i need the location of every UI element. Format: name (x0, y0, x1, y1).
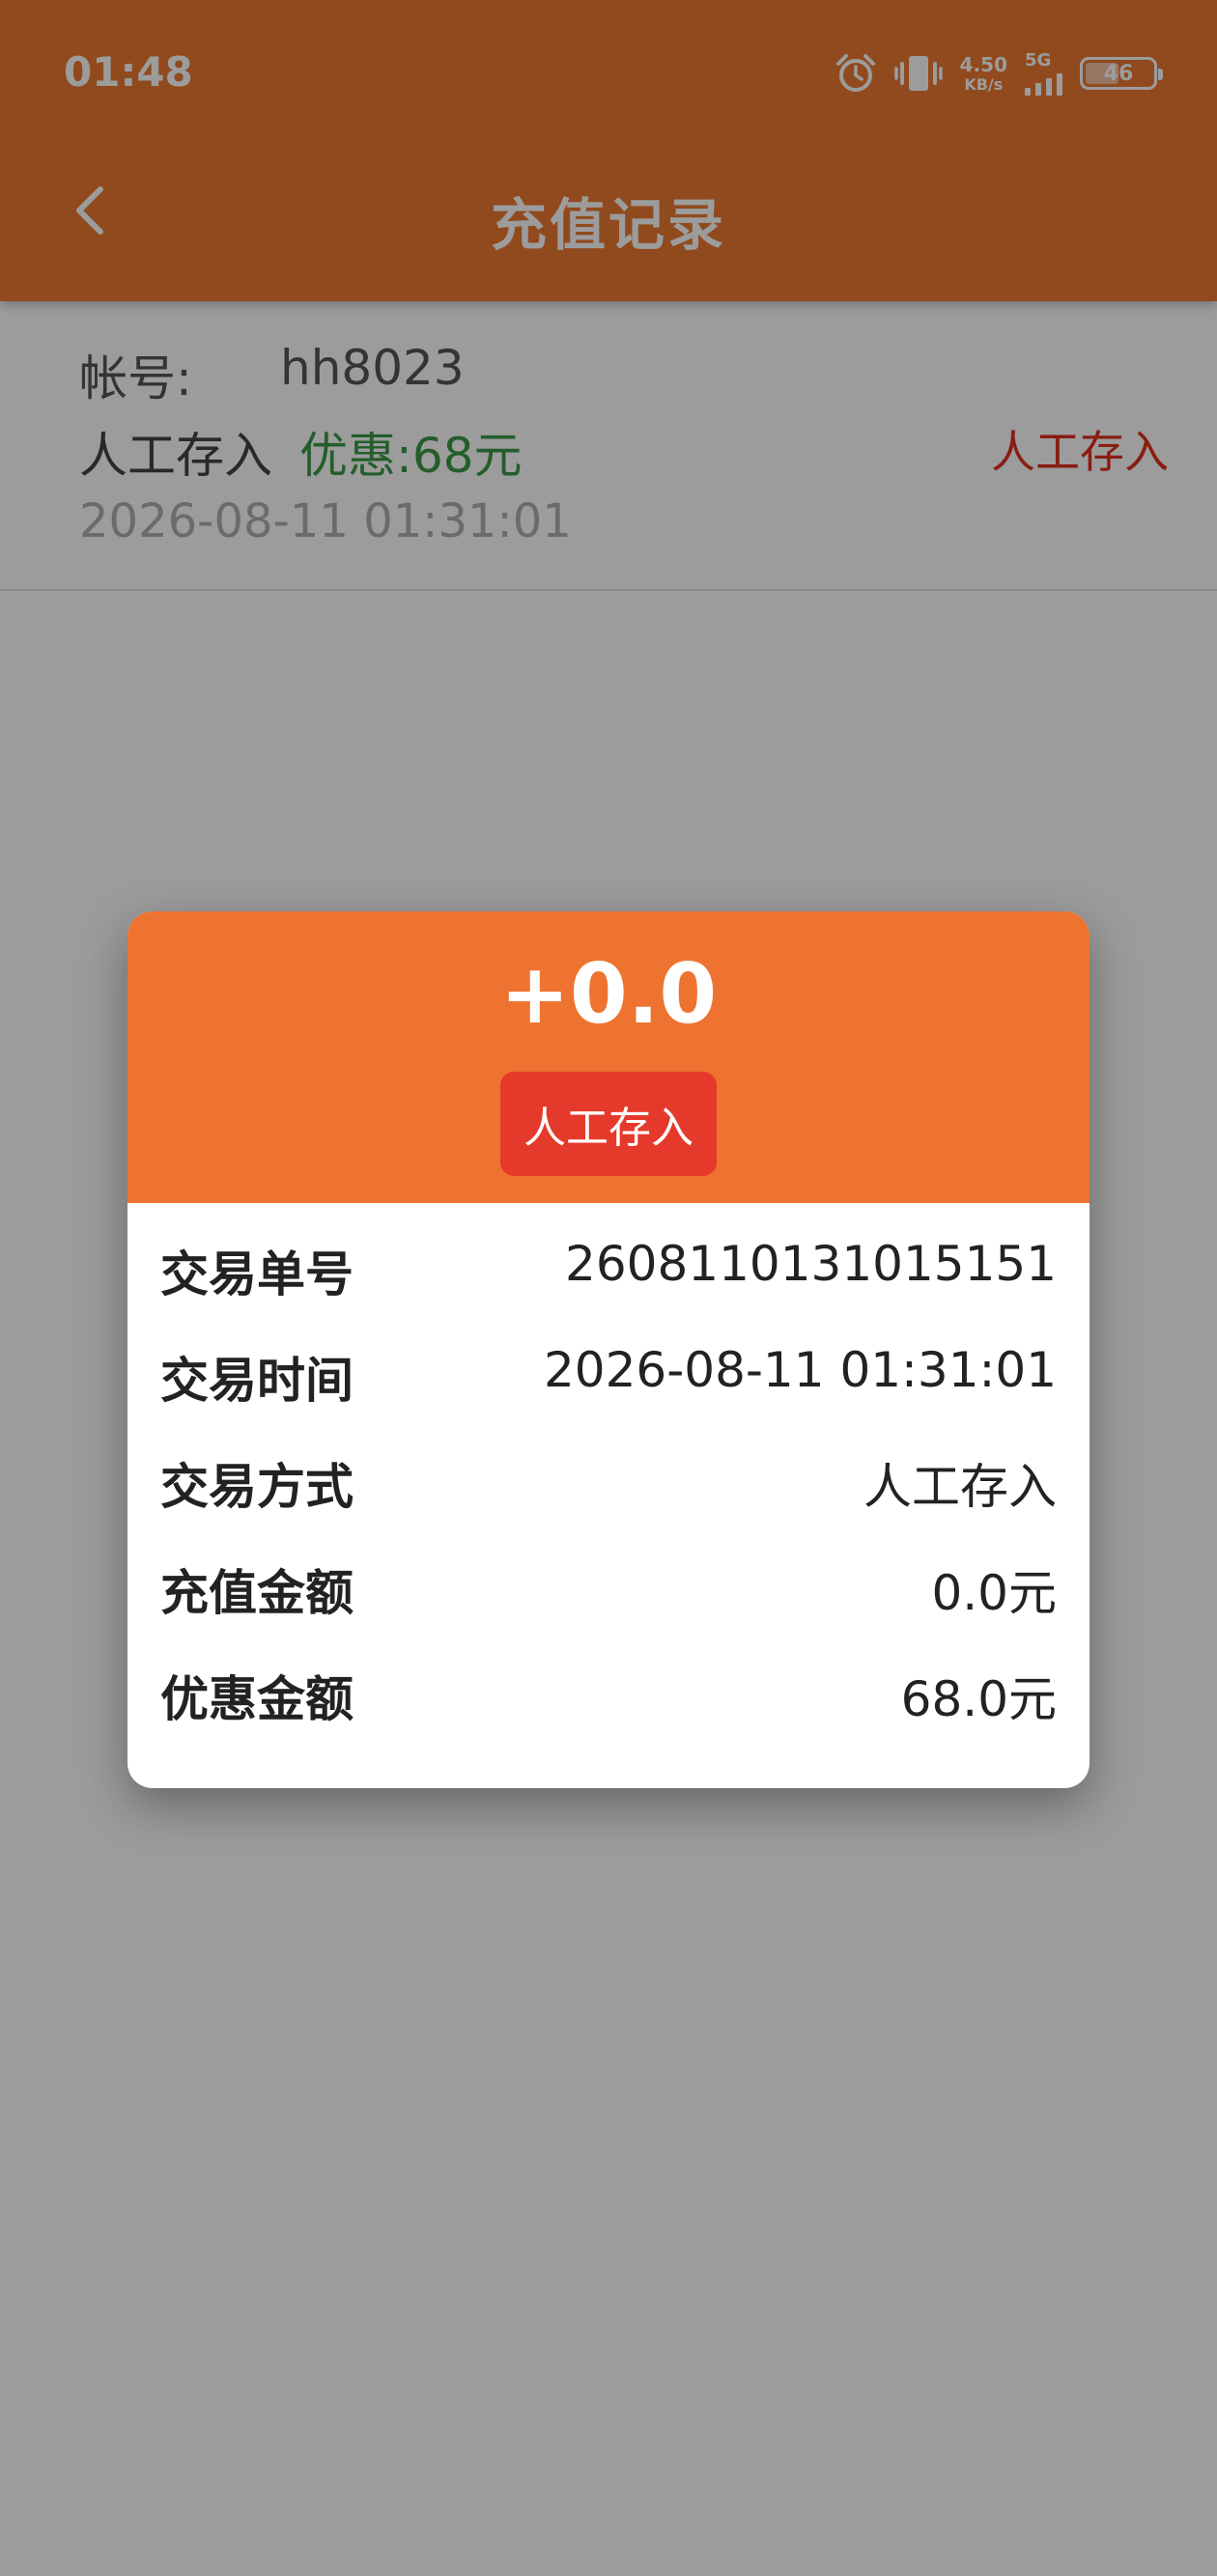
detail-value: 2026-08-11 01:31:01 (543, 1342, 1057, 1398)
detail-row-recharge-amount: 充值金额 0.0元 (160, 1531, 1057, 1638)
detail-row-order-number: 交易单号 2608110131015151 (160, 1213, 1057, 1319)
dialog-header: +0.0 人工存入 (127, 911, 1090, 1203)
detail-value: 68.0元 (900, 1671, 1057, 1727)
transaction-detail-dialog: +0.0 人工存入 交易单号 2608110131015151 交易时间 202… (127, 911, 1090, 1788)
detail-value: 0.0元 (931, 1565, 1057, 1621)
detail-label: 交易方式 (160, 1459, 354, 1515)
screen: 01:48 4.50 KB/s 5G 46 充值记录 帐号: hh8023 人工… (0, 0, 1217, 2576)
transaction-amount: +0.0 (499, 946, 718, 1043)
detail-label: 充值金额 (160, 1565, 354, 1621)
transaction-details: 交易单号 2608110131015151 交易时间 2026-08-11 01… (160, 1213, 1057, 1744)
detail-label: 优惠金额 (160, 1671, 354, 1727)
detail-row-time: 交易时间 2026-08-11 01:31:01 (160, 1319, 1057, 1425)
detail-row-bonus-amount: 优惠金额 68.0元 (160, 1638, 1057, 1744)
detail-row-method: 交易方式 人工存入 (160, 1425, 1057, 1531)
detail-value: 2608110131015151 (565, 1236, 1057, 1292)
detail-value: 人工存入 (863, 1459, 1057, 1515)
detail-label: 交易单号 (160, 1246, 354, 1302)
detail-label: 交易时间 (160, 1353, 354, 1409)
transaction-type-badge: 人工存入 (500, 1072, 717, 1176)
